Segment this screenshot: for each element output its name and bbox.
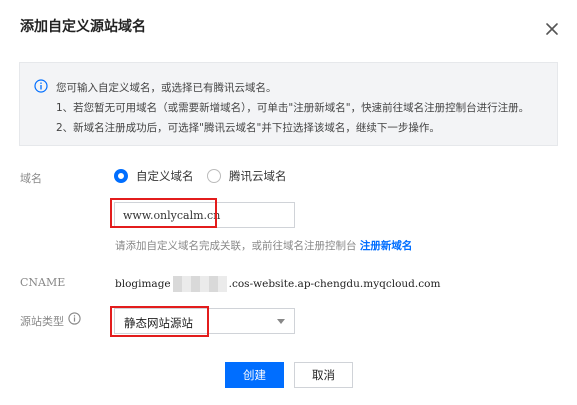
domain-input[interactable] (114, 202, 295, 228)
help-icon[interactable] (68, 312, 81, 325)
cancel-button[interactable]: 取消 (294, 362, 353, 388)
origin-type-value: 静态网站源站 (124, 316, 193, 330)
origin-type-select[interactable]: 静态网站源站 (114, 308, 295, 334)
cname-prefix: blogimage (115, 278, 171, 290)
radio-unchecked-icon (207, 169, 221, 183)
add-origin-domain-dialog: 添加自定义源站域名 您可输入自定义域名，或选择已有腾讯云域名。 1、若您暂无可用… (0, 0, 577, 405)
radio-custom-domain-label: 自定义域名 (136, 169, 194, 183)
dialog-title: 添加自定义源站域名 (20, 19, 146, 35)
domain-hint: 请添加自定义域名完成关联，或前往域名注册控制台 注册新域名 (115, 238, 412, 253)
cname-value: blogimage .cos-website.ap-chengdu.myqclo… (115, 276, 440, 292)
radio-tencent-domain-label: 腾讯云域名 (229, 169, 287, 183)
domain-label: 域名 (20, 172, 42, 185)
create-button[interactable]: 创建 (225, 362, 284, 388)
radio-custom-domain[interactable]: 自定义域名 (114, 168, 194, 184)
info-line-3: 2、新域名注册成功后，可选择"腾讯云域名"并下拉选择该域名，继续下一步操作。 (56, 122, 440, 134)
origin-type-label: 源站类型 (20, 315, 64, 328)
domain-hint-text: 请添加自定义域名完成关联，或前往域名注册控制台 (115, 240, 360, 252)
info-notice: 您可输入自定义域名，或选择已有腾讯云域名。 1、若您暂无可用域名（或需要新增域名… (19, 62, 558, 146)
cname-suffix: .cos-website.ap-chengdu.myqcloud.com (228, 278, 441, 290)
cname-label: CNAME (20, 276, 66, 289)
radio-tencent-domain[interactable]: 腾讯云域名 (207, 168, 287, 184)
chevron-down-icon (277, 319, 285, 324)
info-icon (34, 79, 48, 93)
radio-checked-icon (114, 169, 128, 183)
close-icon[interactable] (541, 18, 563, 40)
info-line-1: 您可输入自定义域名，或选择已有腾讯云域名。 (56, 82, 277, 94)
redacted-mask (172, 276, 227, 292)
info-line-2: 1、若您暂无可用域名（或需要新增域名），可单击"注册新域名"，快速前往域名注册控… (56, 102, 530, 114)
register-domain-link[interactable]: 注册新域名 (360, 240, 413, 252)
